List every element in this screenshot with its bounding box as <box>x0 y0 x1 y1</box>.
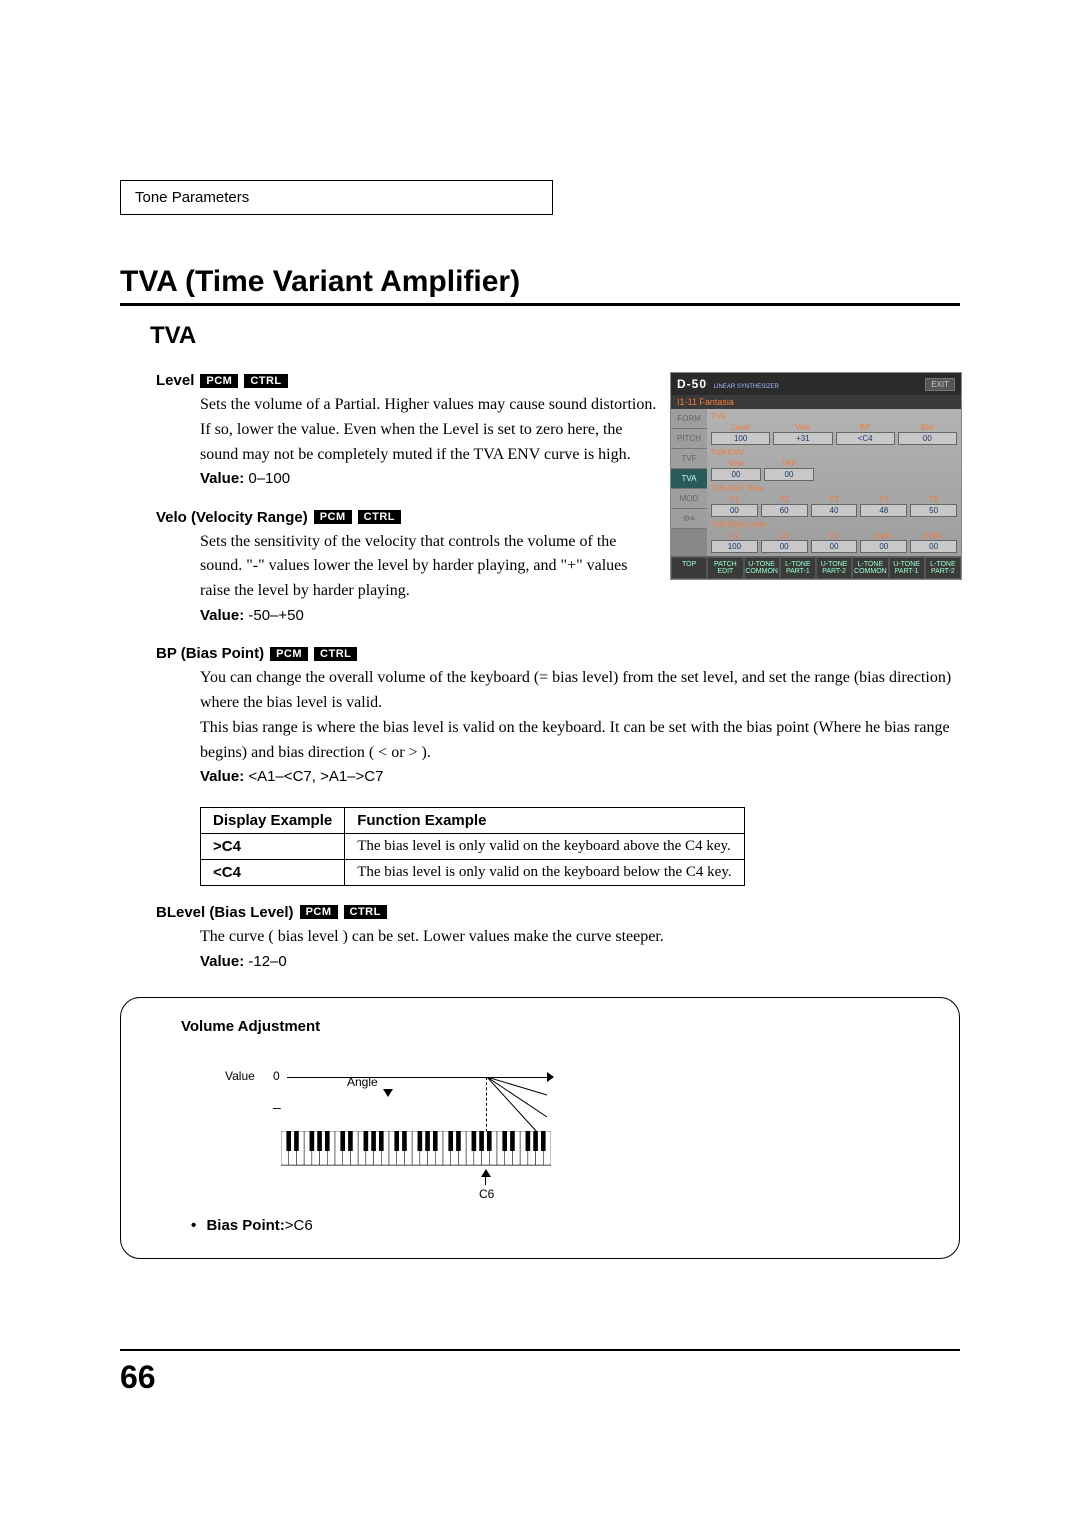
level-value: 0–100 <box>248 470 290 487</box>
ctrl-tag: CTRL <box>314 647 357 661</box>
vol-bias-bullet: • Bias Point:>C6 <box>191 1217 929 1234</box>
page-title: TVA (Time Variant Amplifier) <box>120 265 960 306</box>
left-column: Level PCM CTRL Sets the volume of a Part… <box>120 372 660 645</box>
scr-sidebar: FORM PITCH TVF TVA MOD ⚙≡ <box>671 409 707 556</box>
velo-value-label: Value: <box>200 607 244 624</box>
scr-btm-4[interactable]: U-TONE PART-2 <box>816 557 852 579</box>
ctrl-tag: CTRL <box>358 510 401 524</box>
section-header-text: Tone Parameters <box>135 189 249 206</box>
scr-bottom-tabs: TOP PATCH EDIT U-TONE COMMON L-TONE PART… <box>671 556 961 579</box>
param-blevel: BLevel (Bias Level) PCM CTRL The curve (… <box>156 904 960 973</box>
ctrl-tag: CTRL <box>344 905 387 919</box>
scr-side-pitch[interactable]: PITCH <box>671 429 707 449</box>
vol-bias-value: >C6 <box>285 1217 313 1234</box>
bottom-rule: 66 <box>120 1349 960 1396</box>
table-row: <C4 The bias level is only valid on the … <box>201 859 745 885</box>
scr-exit-button[interactable]: EXIT <box>925 378 955 391</box>
scr-sec-tva: TVA <box>711 412 957 421</box>
bp-value: <A1–<C7, >A1–>C7 <box>248 768 383 785</box>
param-level: Level PCM CTRL Sets the volume of a Part… <box>156 372 660 491</box>
scr-side-tvf[interactable]: TVF <box>671 449 707 469</box>
th-function: Function Example <box>345 807 744 833</box>
scr-side-tva[interactable]: TVA <box>671 469 707 489</box>
vol-heading: Volume Adjustment <box>181 1018 929 1035</box>
arrow-up-icon <box>481 1169 491 1177</box>
page-number: 66 <box>120 1359 960 1396</box>
param-velo: Velo (Velocity Range) PCM CTRL Sets the … <box>156 509 660 628</box>
scr-btm-3[interactable]: L-TONE PART-1 <box>780 557 816 579</box>
bp-desc1: You can change the overall volume of the… <box>200 666 960 716</box>
scr-btm-7[interactable]: L-TONE PART-2 <box>925 557 961 579</box>
page: Tone Parameters TVA (Time Variant Amplif… <box>0 0 1080 1436</box>
pcm-tag: PCM <box>300 905 338 919</box>
scr-patch-title: I1-11 Fantasia <box>671 395 961 409</box>
scr-sec-env: TVA ENV <box>711 448 957 457</box>
scr-main: TVA Level100 Velo+31 BP<C4 Blvl00 TVA EN… <box>707 409 961 556</box>
scr-sec-envtime: TVA ENV Time <box>711 484 957 493</box>
scr-btm-2[interactable]: U-TONE COMMON <box>744 557 780 579</box>
level-label: Level <box>156 372 194 389</box>
scr-logo: D-50 <box>677 377 707 391</box>
arrow-right-icon <box>547 1072 554 1082</box>
pcm-tag: PCM <box>314 510 352 524</box>
blevel-label: BLevel (Bias Level) <box>156 904 294 921</box>
bp-desc2: This bias range is where the bias level … <box>200 716 960 766</box>
vol-c6-label: C6 <box>479 1187 494 1201</box>
table-row: >C4 The bias level is only valid on the … <box>201 833 745 859</box>
bp-value-label: Value: <box>200 768 244 785</box>
vol-bias-label: Bias Point: <box>206 1217 284 1234</box>
scr-btm-6[interactable]: U-TONE PART-1 <box>889 557 925 579</box>
bp-label: BP (Bias Point) <box>156 645 264 662</box>
scr-sec-envlevel: TVA ENV Level <box>711 520 957 529</box>
pcm-tag: PCM <box>200 374 238 388</box>
vol-zero-label: 0 <box>273 1069 280 1083</box>
blevel-value: -12–0 <box>248 953 286 970</box>
bias-example-table: Display Example Function Example >C4 The… <box>200 807 745 886</box>
scr-side-mod[interactable]: MOD <box>671 489 707 509</box>
blevel-desc: The curve ( bias level ) can be set. Low… <box>200 925 960 950</box>
scr-btm-1[interactable]: PATCH EDIT <box>707 557 743 579</box>
pcm-tag: PCM <box>270 647 308 661</box>
vol-dashed-line <box>486 1077 487 1137</box>
blevel-value-label: Value: <box>200 953 244 970</box>
section-header-box: Tone Parameters <box>120 180 553 215</box>
td-disp-1: <C4 <box>201 859 345 885</box>
level-desc: Sets the volume of a Partial. Higher val… <box>200 393 660 467</box>
velo-value: -50–+50 <box>248 607 303 624</box>
volume-adjustment-box: Volume Adjustment Value 0 – Angle C6 <box>120 997 960 1259</box>
td-func-0: The bias level is only valid on the keyb… <box>345 833 744 859</box>
vol-value-label: Value <box>225 1069 255 1083</box>
level-value-label: Value: <box>200 470 244 487</box>
keyboard-icon <box>281 1131 551 1171</box>
slope-lines-icon <box>287 1077 547 1137</box>
td-func-1: The bias level is only valid on the keyb… <box>345 859 744 885</box>
param-bp: BP (Bias Point) PCM CTRL You can change … <box>156 645 960 788</box>
synth-screenshot: D-50 LINEAR SYNTHESIZER EXIT I1-11 Fanta… <box>670 372 962 580</box>
page-subtitle: TVA <box>150 322 960 350</box>
th-display: Display Example <box>201 807 345 833</box>
td-disp-0: >C4 <box>201 833 345 859</box>
scr-logo-sub: LINEAR SYNTHESIZER <box>714 384 779 390</box>
ctrl-tag: CTRL <box>244 374 287 388</box>
vol-minus-label: – <box>273 1099 281 1115</box>
velo-label: Velo (Velocity Range) <box>156 509 308 526</box>
scr-btm-5[interactable]: L-TONE COMMON <box>852 557 888 579</box>
scr-side-form[interactable]: FORM <box>671 409 707 429</box>
velo-desc: Sets the sensitivity of the velocity tha… <box>200 530 660 604</box>
scr-side-settings[interactable]: ⚙≡ <box>671 509 707 529</box>
scr-btm-top[interactable]: TOP <box>671 557 707 579</box>
vol-diagram: Value 0 – Angle C6 <box>231 1061 929 1211</box>
